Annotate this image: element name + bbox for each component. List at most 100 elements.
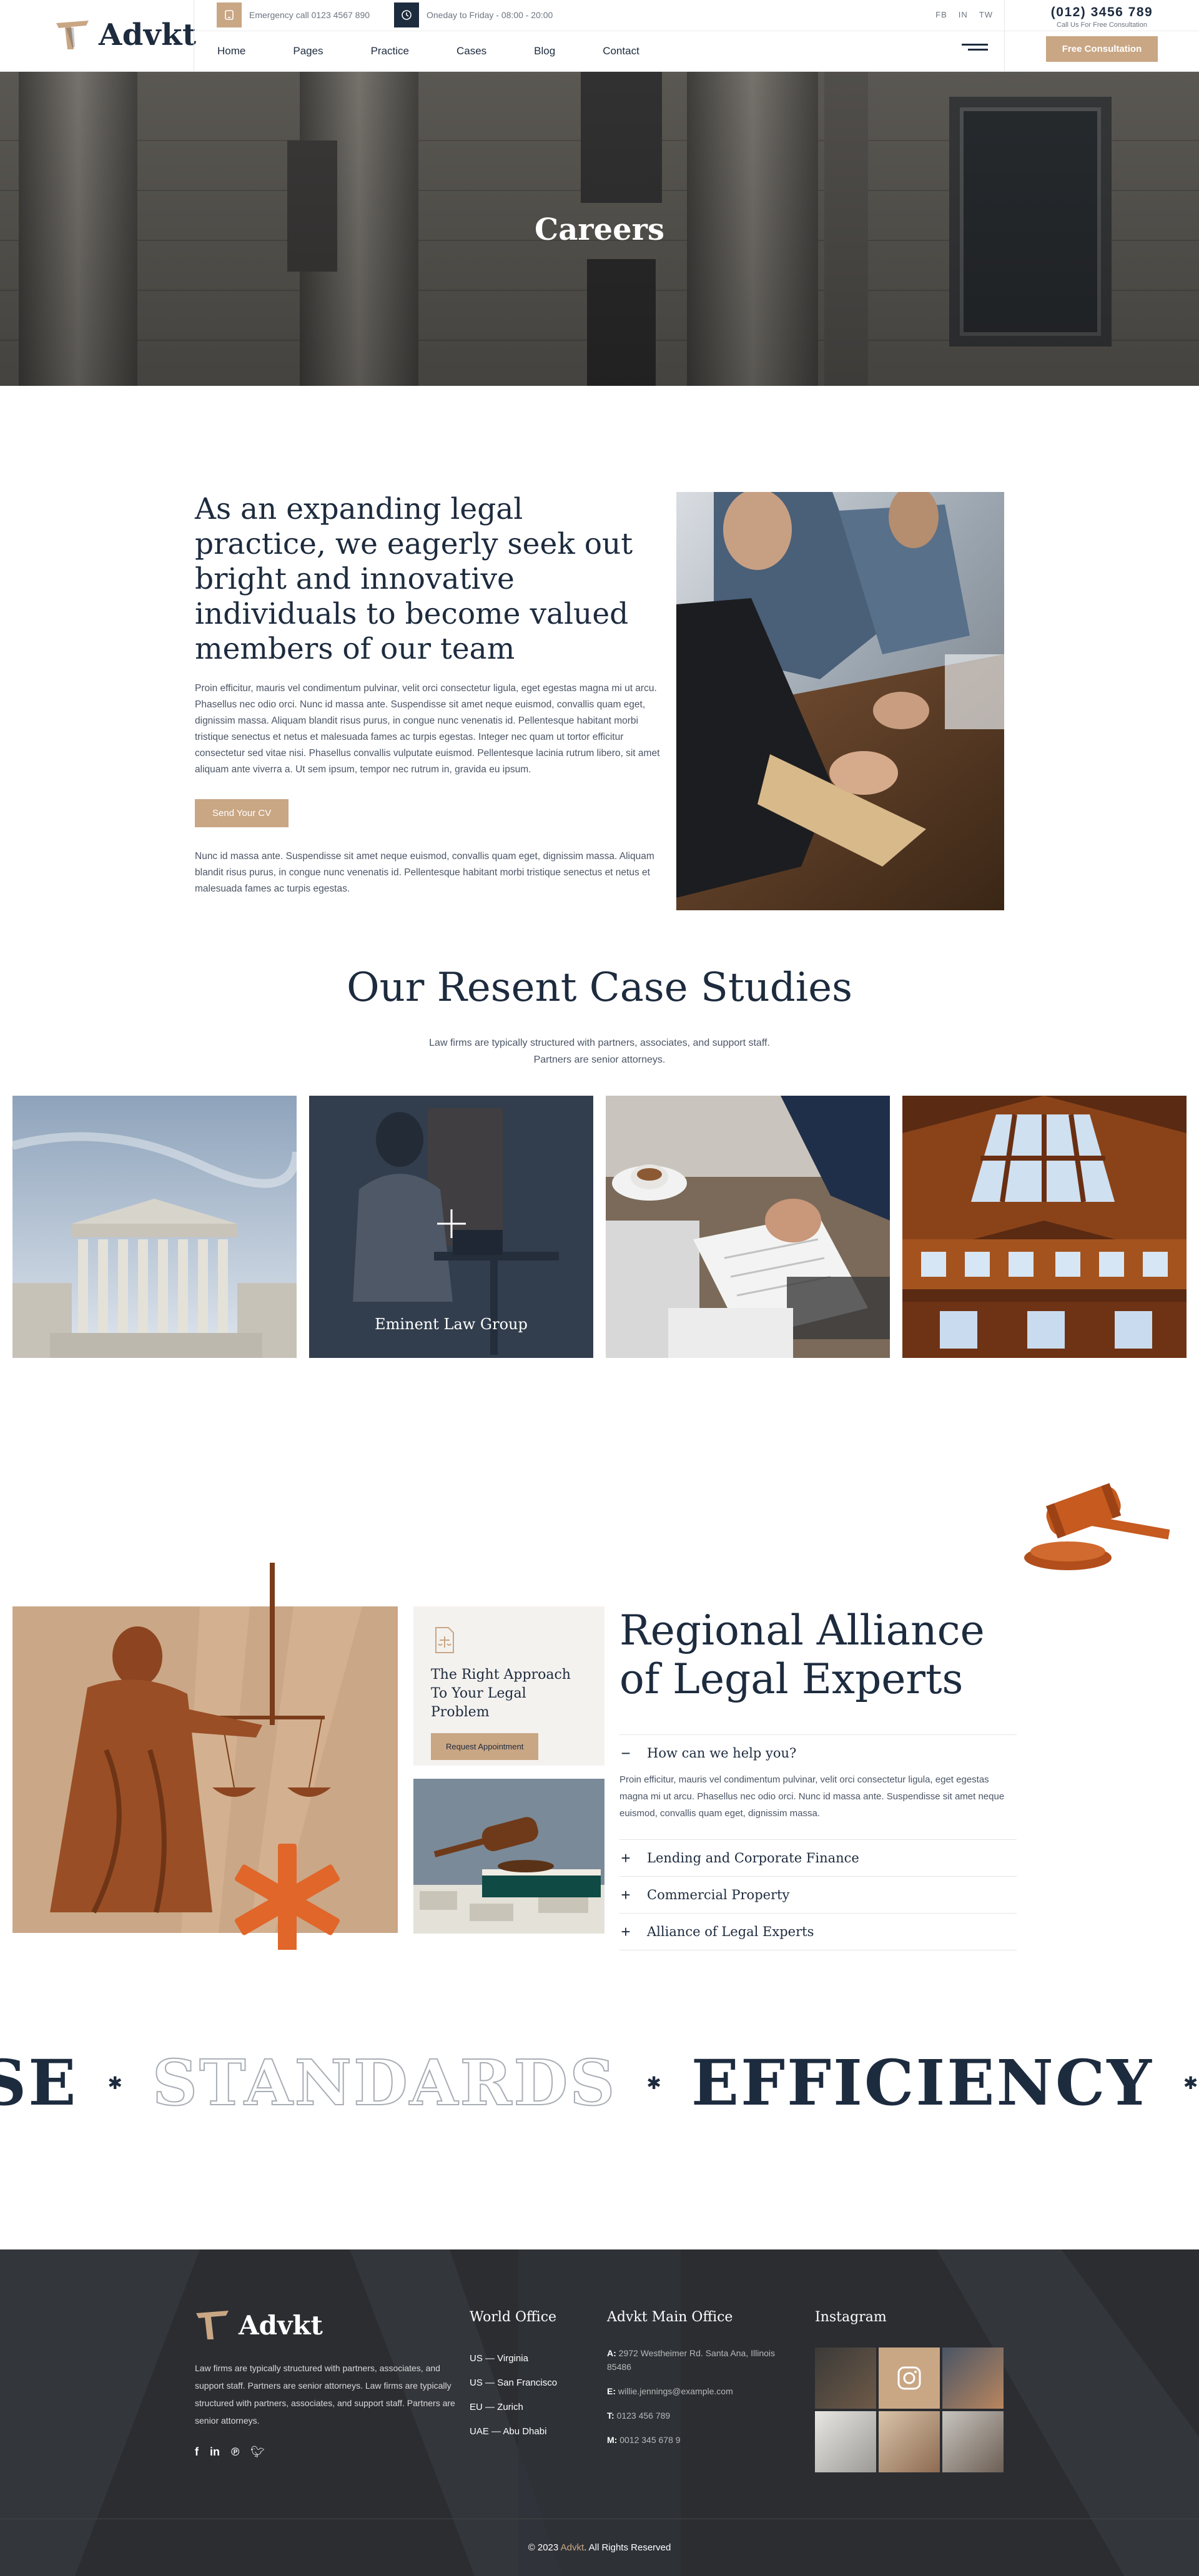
instagram-post[interactable] [815,2411,876,2472]
marquee-word: SE [0,2046,78,2120]
case-studies-subtitle: Law firms are typically structured with … [0,1035,1199,1068]
site-header: Advkt Emergency call 0123 4567 890 Oneda… [0,0,1199,72]
social-link-fb[interactable]: FB [935,10,947,19]
page-title: Careers [535,212,664,247]
case-studies-section: Our Resent Case Studies Law firms are ty… [0,965,1199,1464]
menu-icon[interactable] [962,44,988,55]
email-link[interactable]: willie.jennings@example.com [618,2386,733,2396]
twitter-icon[interactable]: 🐦︎ [250,2446,265,2459]
case-studies-title: Our Resent Case Studies [347,965,852,1011]
team-meeting-image [676,492,1004,910]
intro-text-block: As an expanding legal practice, we eager… [195,492,660,897]
social-link-in[interactable]: IN [959,10,968,19]
instagram-post[interactable] [942,2411,1004,2472]
footer-about-text: Law firms are typically structured with … [195,2363,455,2426]
case-card-dome[interactable] [902,1096,1187,1358]
plus-icon: + [621,1922,631,1941]
footer-main-office: Advkt Main Office A: 2972 Westheimer Rd.… [607,2309,794,2457]
mobile-link[interactable]: 0012 345 678 9 [619,2435,680,2445]
world-office-heading: World Office [470,2309,557,2325]
logo[interactable]: Advkt [55,17,197,52]
pinterest-icon[interactable]: ℗ [231,2446,239,2459]
intro-paragraph-secondary: Nunc id massa ante. Suspendisse sit amet… [195,851,654,894]
alliance-title: Regional Alliance of Legal Experts [619,1606,985,1703]
plus-icon: + [621,1885,631,1904]
marquee-row: SE ✱ STANDARDS ✱ EFFICIENCY ✱ Ex [0,2045,1199,2120]
main-nav: Home Pages Practice Cases Blog Contact [217,45,687,57]
copyright-brand-link[interactable]: Advkt [561,2542,585,2553]
documents-desk-image [606,1096,890,1358]
accordion-header[interactable]: + Alliance of Legal Experts [619,1914,1017,1950]
instagram-post[interactable] [879,2347,940,2409]
accordion-item-help[interactable]: − How can we help you? Proin efficitur, … [619,1734,1017,1832]
nav-blog[interactable]: Blog [534,45,555,57]
emergency-info: Emergency call 0123 4567 890 [217,2,370,27]
footer-socials: f in ℗ 🐦︎ [195,2446,457,2459]
plus-icon: + [621,1848,631,1867]
address-text: 2972 Westheimer Rd. Santa Ana, Illinois … [607,2348,775,2372]
accordion-item-alliance[interactable]: + Alliance of Legal Experts [619,1913,1017,1950]
nav-home[interactable]: Home [217,45,245,57]
minus-icon: − [621,1743,631,1762]
alliance-section: The Right Approach To Your Legal Problem… [0,1464,1199,2032]
star-icon: ✱ [1183,2073,1198,2093]
social-link-tw[interactable]: TW [979,10,993,19]
accordion-title: How can we help you? [647,1746,797,1761]
phone-row: T: 0123 456 789 [607,2411,671,2421]
linkedin-icon[interactable]: in [210,2446,220,2459]
copyright-suffix: . All Rights Reserved [584,2542,671,2553]
instagram-post[interactable] [942,2347,1004,2409]
nav-pages[interactable]: Pages [293,45,323,57]
footer-world-office: World Office US — Virginia US — San Fran… [470,2309,557,2444]
clock-icon [394,2,419,27]
send-cv-button[interactable]: Send Your CV [195,799,289,827]
nav-practice[interactable]: Practice [371,45,409,57]
address-row: A: 2972 Westheimer Rd. Santa Ana, Illino… [607,2348,775,2372]
nav-cases[interactable]: Cases [456,45,486,57]
plus-icon[interactable] [436,1208,467,1239]
instagram-grid [815,2347,1004,2472]
values-marquee: SE ✱ STANDARDS ✱ EFFICIENCY ✱ Ex [0,2032,1199,2249]
accordion-item-lending[interactable]: + Lending and Corporate Finance [619,1839,1017,1876]
facebook-icon[interactable]: f [195,2446,199,2459]
footer-instagram: Instagram [815,2309,1004,2472]
phone-icon [217,2,242,27]
footer-logo[interactable]: Advkt [195,2309,457,2341]
phone-link[interactable]: 0123 456 789 [617,2411,671,2421]
accordion-item-property[interactable]: + Commercial Property [619,1876,1017,1913]
logo-icon [196,2311,229,2339]
header-phone[interactable]: (012) 3456 789 [1005,5,1199,20]
office-link[interactable]: UAE — Abu Dhabi [470,2419,557,2444]
lady-justice-image [12,1563,398,1950]
request-appointment-button[interactable]: Request Appointment [431,1733,539,1760]
office-link[interactable]: US — Virginia [470,2346,557,2371]
nav-contact[interactable]: Contact [603,45,639,57]
hero-banner: Careers [0,72,1199,386]
accordion-header[interactable]: − How can we help you? [619,1735,1017,1771]
gavel-book-image [413,1779,604,1934]
marquee-word: STANDARDS [152,2045,617,2120]
intro-paragraph: Proin efficitur, mauris vel condimentum … [195,683,660,775]
star-icon: ✱ [107,2073,122,2093]
case-card-eminent[interactable]: Eminent Law Group [309,1096,593,1358]
accordion-header[interactable]: + Lending and Corporate Finance [619,1840,1017,1876]
instagram-heading: Instagram [815,2309,887,2325]
accordion-header[interactable]: + Commercial Property [619,1877,1017,1913]
free-consultation-button[interactable]: Free Consultation [1045,36,1158,62]
case-card-supreme-court[interactable] [12,1096,297,1358]
case-studies-subtitle-line-1: Law firms are typically structured with … [429,1038,770,1048]
logo-icon [56,21,89,49]
office-link[interactable]: US — San Francisco [470,2371,557,2395]
accordion-body: Proin efficitur, mauris vel condimentum … [619,1774,1005,1819]
phone-box: (012) 3456 789 Call Us For Free Consulta… [1004,0,1199,72]
case-card-documents[interactable] [606,1096,890,1358]
instagram-post[interactable] [879,2411,940,2472]
star-icon: ✱ [646,2073,661,2093]
copyright-prefix: © 2023 [528,2542,559,2553]
hours-text: Oneday to Friday - 08:00 - 20:00 [427,10,553,20]
office-link[interactable]: EU — Zurich [470,2395,557,2419]
supreme-court-image [12,1096,297,1358]
scales-document-icon [435,1627,454,1653]
instagram-post[interactable] [815,2347,876,2409]
gavel-decoration-image [1024,1483,1170,1570]
